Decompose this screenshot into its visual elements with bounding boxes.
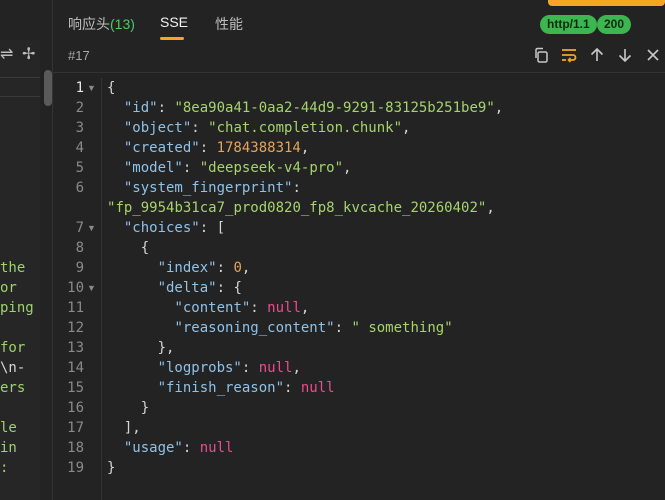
code-line: } — [107, 460, 116, 476]
code-line: "object": "chat.completion.chunk", — [123, 120, 411, 136]
line-number: 12 — [67, 320, 84, 336]
code-line: "model": "deepseek-v4-pro", — [123, 160, 352, 176]
line-number: 3 — [75, 120, 84, 136]
object-value: chat.completion.chunk — [216, 120, 394, 136]
fold-icon[interactable]: ▼ — [87, 83, 96, 93]
sort-icon[interactable]: ⇌ — [0, 44, 13, 64]
left-panel-header — [0, 0, 40, 40]
code-line: "system_fingerprint": — [123, 180, 301, 196]
header-count-badge: (13) — [110, 16, 135, 32]
left-text-fragment: le — [0, 420, 17, 436]
line-number: 2 — [75, 100, 84, 116]
tab-performance[interactable]: 性能 — [215, 14, 243, 34]
code-line: "choices": [ — [123, 220, 226, 236]
left-text-fragment: ers — [0, 380, 26, 396]
line-number: 11 — [67, 300, 84, 316]
action-button-edge[interactable] — [548, 0, 665, 6]
line-number: 15 — [67, 380, 84, 396]
tab-sse[interactable]: SSE — [160, 14, 188, 30]
code-line: "index": 0, — [157, 260, 251, 276]
content-value: null — [267, 300, 301, 316]
left-panel: ⇌ ✢ the or ping for \n- ers le in : — [0, 0, 40, 500]
line-number: 6 — [75, 180, 84, 196]
left-text-fragment: \n- — [0, 360, 26, 376]
code-line: "finish_reason": null — [157, 380, 335, 396]
logprobs-value: null — [258, 360, 293, 376]
line-number: 8 — [75, 240, 84, 256]
close-icon[interactable] — [642, 44, 664, 66]
code-line: { — [107, 240, 150, 256]
line-number: 10 — [67, 280, 84, 296]
code-line: ], — [107, 420, 141, 436]
reasoning-content-value: something — [359, 320, 445, 336]
left-text-fragment: or — [0, 280, 17, 296]
left-text-fragment: in — [0, 440, 17, 456]
divider — [53, 72, 665, 73]
code-line: } — [107, 400, 150, 416]
divider — [0, 96, 40, 97]
fingerprint-value: fp_9954b31ca7_prod0820_fp8_kvcache_20260… — [115, 200, 478, 216]
code-line: "created": 1784388314, — [123, 140, 310, 156]
event-id: #17 — [68, 48, 90, 63]
arrow-down-icon[interactable] — [614, 44, 636, 66]
code-line: "delta": { — [157, 280, 242, 296]
copy-icon[interactable] — [530, 44, 552, 66]
wrap-icon[interactable] — [558, 44, 580, 66]
magic-wand-icon[interactable]: ✢ — [22, 44, 35, 64]
created-value: 1784388314 — [216, 140, 301, 156]
line-number: 9 — [75, 260, 84, 276]
left-panel-scrollbar[interactable] — [44, 70, 52, 106]
code-line: "id": "8ea90a41-0aa2-44d9-9291-83125b251… — [123, 100, 504, 116]
code-line: "logprobs": null, — [157, 360, 301, 376]
arrow-up-icon[interactable] — [586, 44, 608, 66]
code-line: { — [107, 80, 116, 96]
left-text-fragment: for — [0, 340, 26, 356]
fold-icon[interactable]: ▼ — [87, 283, 96, 293]
divider — [101, 78, 102, 500]
protocol-badge: http/1.1 — [540, 15, 597, 34]
line-number: 4 — [75, 140, 84, 156]
line-number: 1 — [75, 80, 84, 96]
tab-response-headers[interactable]: 响应头(13) — [68, 14, 135, 34]
left-text-fragment: : — [0, 460, 9, 476]
line-number: 19 — [67, 460, 84, 476]
line-number: 16 — [67, 400, 84, 416]
usage-value: null — [199, 440, 234, 456]
line-number: 18 — [67, 440, 84, 456]
code-line: "reasoning_content": " something" — [174, 320, 453, 336]
line-number: 14 — [67, 360, 84, 376]
code-line: "content": null, — [174, 300, 310, 316]
left-text-fragment: the — [0, 260, 26, 276]
model-value: deepseek-v4-pro — [208, 160, 335, 176]
status-badge: 200 — [597, 15, 632, 34]
active-tab-indicator — [160, 37, 184, 40]
code-line: }, — [107, 340, 175, 356]
code-line: "fp_9954b31ca7_prod0820_fp8_kvcache_2026… — [107, 200, 495, 216]
left-text-fragment: ping — [0, 300, 34, 316]
line-number-gutter: 1 ▼ 2 3 4 5 6 7 ▼ 8 9 10 ▼ 11 12 13 14 1… — [53, 78, 101, 500]
fold-icon[interactable]: ▼ — [87, 223, 96, 233]
divider — [0, 77, 40, 78]
id-value: 8ea90a41-0aa2-44d9-9291-83125b251be9 — [182, 100, 487, 116]
line-number: 17 — [67, 420, 84, 436]
finish-reason-value: null — [300, 380, 335, 396]
line-number: 13 — [67, 340, 84, 356]
line-number: 5 — [75, 160, 84, 176]
index-value: 0 — [233, 260, 242, 276]
line-number: 7 — [75, 220, 84, 236]
code-line: "usage": null — [123, 440, 234, 456]
